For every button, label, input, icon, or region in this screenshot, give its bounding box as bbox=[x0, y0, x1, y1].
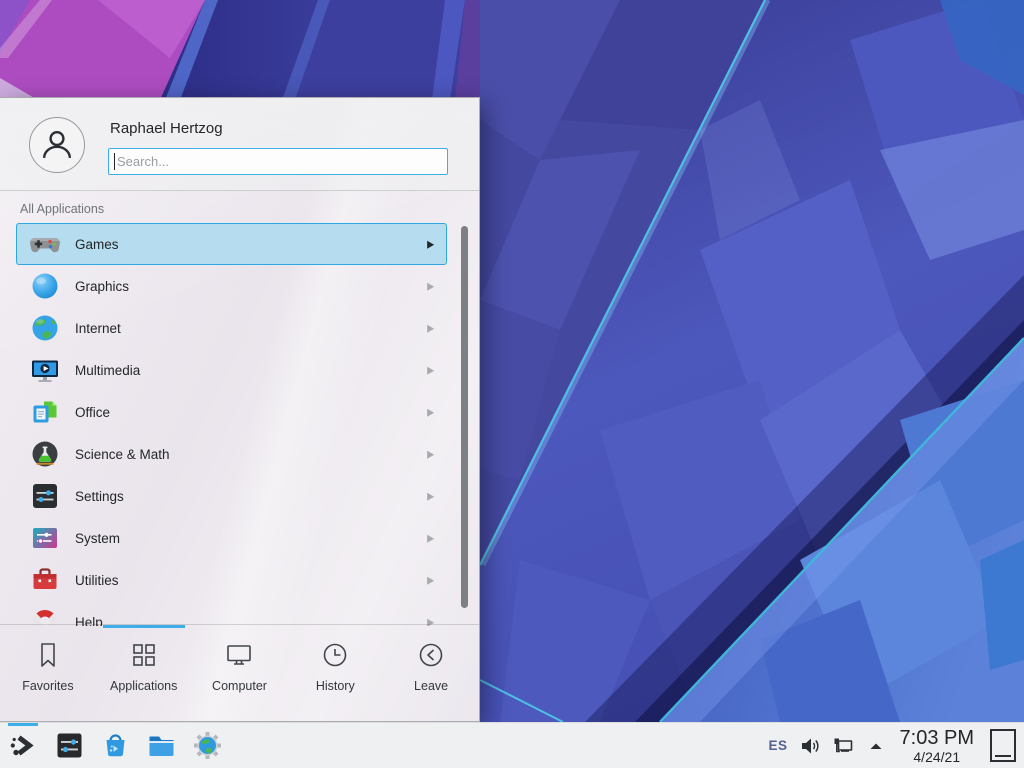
menu-item-settings[interactable]: Settings ▶ bbox=[16, 475, 447, 517]
tab-favorites[interactable]: Favorites bbox=[0, 625, 96, 721]
dolphin-launcher[interactable] bbox=[138, 723, 184, 768]
tab-leave[interactable]: Leave bbox=[383, 625, 479, 721]
digital-clock[interactable]: 7:03 PM 4/24/21 bbox=[900, 728, 974, 764]
tray-expand-caret-icon[interactable] bbox=[865, 735, 887, 757]
konqueror-launcher[interactable] bbox=[184, 723, 230, 768]
chevron-right-icon: ▶ bbox=[427, 490, 434, 503]
launcher-header: Raphael Hertzog bbox=[0, 98, 479, 191]
graphics-sphere-icon bbox=[29, 270, 61, 302]
scrollbar-thumb[interactable] bbox=[461, 226, 468, 608]
network-icon[interactable] bbox=[832, 735, 854, 757]
launcher-tab-bar: Favorites Applications bbox=[0, 624, 479, 721]
konqueror-globe-icon bbox=[192, 730, 223, 761]
menu-item-internet[interactable]: Internet ▶ bbox=[16, 307, 447, 349]
gamepad-icon bbox=[29, 228, 61, 260]
tab-applications[interactable]: Applications bbox=[96, 625, 192, 721]
help-lifebuoy-icon bbox=[29, 606, 61, 626]
volume-icon[interactable] bbox=[799, 735, 821, 757]
chevron-right-icon: ▶ bbox=[427, 280, 434, 293]
clock-date: 4/24/21 bbox=[913, 750, 960, 764]
taskbar: ES 7:03 PM bbox=[0, 722, 1024, 768]
settings-sliders-icon bbox=[29, 480, 61, 512]
menu-item-system[interactable]: System ▶ bbox=[16, 517, 447, 559]
bookmark-icon bbox=[33, 640, 63, 670]
kickoff-launcher-button[interactable] bbox=[0, 723, 46, 768]
computer-monitor-icon bbox=[224, 640, 254, 670]
globe-icon bbox=[29, 312, 61, 344]
menu-item-office[interactable]: Office ▶ bbox=[16, 391, 447, 433]
chevron-right-icon: ▶ bbox=[427, 532, 434, 545]
system-sliders-icon bbox=[29, 522, 61, 554]
user-name: Raphael Hertzog bbox=[110, 120, 223, 137]
chevron-right-icon: ▶ bbox=[427, 322, 434, 335]
menu-item-multimedia[interactable]: Multimedia ▶ bbox=[16, 349, 447, 391]
user-icon bbox=[35, 123, 79, 167]
desktop[interactable]: Raphael Hertzog All Applications bbox=[0, 0, 1024, 768]
discover-launcher[interactable] bbox=[92, 723, 138, 768]
menu-item-science-math[interactable]: Science & Math ▶ bbox=[16, 433, 447, 475]
system-settings-launcher[interactable] bbox=[46, 723, 92, 768]
text-caret bbox=[114, 153, 115, 170]
multimedia-monitor-icon bbox=[29, 354, 61, 386]
leave-back-icon bbox=[416, 640, 446, 670]
kickoff-launcher-icon bbox=[8, 730, 39, 761]
application-launcher: Raphael Hertzog All Applications bbox=[0, 97, 480, 722]
menu-item-games[interactable]: Games ▶ bbox=[16, 223, 447, 265]
chevron-right-icon: ▶ bbox=[427, 574, 434, 587]
science-flask-icon bbox=[29, 438, 61, 470]
menu-item-utilities[interactable]: Utilities ▶ bbox=[16, 559, 447, 601]
office-documents-icon bbox=[29, 396, 61, 428]
discover-icon bbox=[100, 730, 131, 761]
clock-time: 7:03 PM bbox=[900, 728, 974, 748]
dolphin-folder-icon bbox=[146, 730, 177, 761]
chevron-right-icon: ▶ bbox=[427, 364, 434, 377]
system-settings-icon bbox=[54, 730, 85, 761]
utilities-toolbox-icon bbox=[29, 564, 61, 596]
menu-item-graphics[interactable]: Graphics ▶ bbox=[16, 265, 447, 307]
section-label: All Applications bbox=[20, 202, 104, 216]
chevron-right-icon: ▶ bbox=[427, 448, 434, 461]
category-list: Games ▶ Graphics ▶ bbox=[0, 223, 479, 626]
history-clock-icon bbox=[320, 640, 350, 670]
show-desktop-button[interactable] bbox=[990, 729, 1016, 762]
keyboard-layout-indicator[interactable]: ES bbox=[769, 738, 788, 753]
search-input[interactable] bbox=[108, 148, 448, 175]
user-avatar[interactable] bbox=[29, 117, 85, 173]
system-tray: ES 7:03 PM bbox=[769, 728, 1024, 764]
tab-computer[interactable]: Computer bbox=[192, 625, 288, 721]
menu-item-help[interactable]: Help ▶ bbox=[16, 601, 447, 626]
chevron-right-icon: ▶ bbox=[427, 238, 434, 251]
app-grid-icon bbox=[129, 640, 159, 670]
chevron-right-icon: ▶ bbox=[427, 406, 434, 419]
tab-history[interactable]: History bbox=[287, 625, 383, 721]
